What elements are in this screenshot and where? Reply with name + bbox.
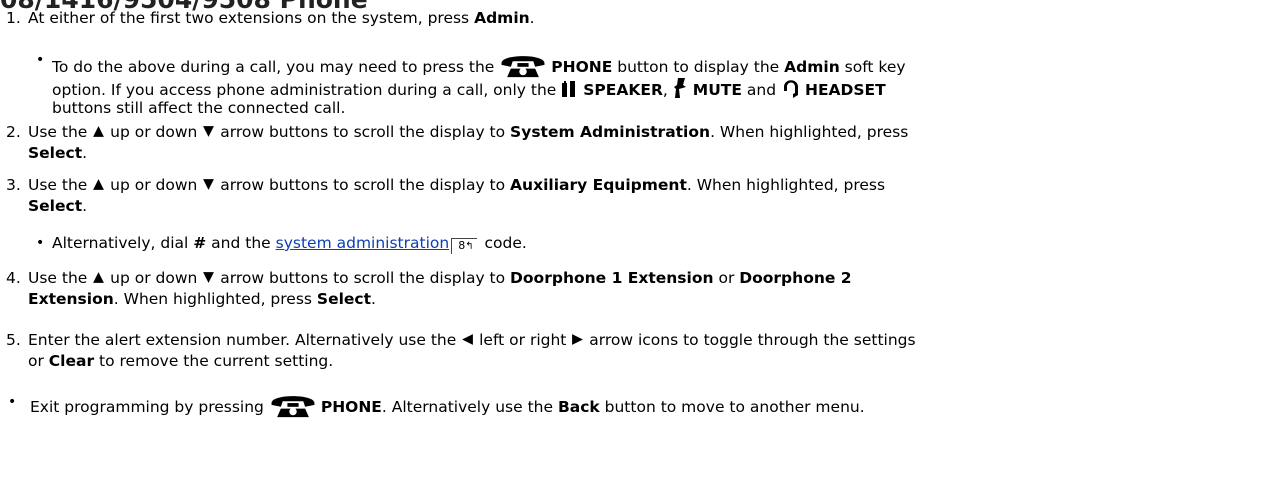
step-text: option. If you access phone administrati… [52, 77, 886, 100]
down-arrow-icon [202, 178, 215, 191]
step-text: Use the up or down arrow buttons to scro… [28, 176, 886, 194]
phone-icon [499, 50, 547, 78]
step-text: buttons still affect the connected call. [52, 99, 346, 117]
page-reference[interactable]: 8↰ [451, 238, 477, 254]
page-ref-arrow-icon: ↰ [465, 241, 474, 252]
admin-key-label: Admin [474, 9, 530, 27]
bullet-dot: • [36, 235, 45, 251]
system-administration-link[interactable]: system administration [276, 234, 450, 252]
step-text: Extension. When highlighted, press Selec… [28, 290, 376, 308]
headset-icon [783, 80, 798, 98]
left-arrow-icon [461, 333, 474, 346]
bullet-dot: • [8, 394, 17, 410]
step-text: Select. [28, 144, 88, 162]
step-text: To do the above during a call, you may n… [52, 50, 906, 78]
up-arrow-icon [92, 178, 105, 191]
bullet-dot: • [36, 52, 45, 68]
step-text: Exit programming by pressing PHONE. Alte… [30, 390, 865, 418]
up-arrow-icon [92, 125, 105, 138]
up-arrow-icon [92, 271, 105, 284]
step-text: Enter the alert extension number. Altern… [28, 331, 916, 349]
phone-icon [269, 390, 317, 418]
step-text: At either of the first two extensions on… [28, 9, 535, 27]
down-arrow-icon [202, 125, 215, 138]
speaker-icon [562, 81, 576, 97]
right-arrow-icon [571, 333, 584, 346]
mute-icon [673, 78, 686, 98]
step-text: or Clear to remove the current setting. [28, 352, 334, 370]
step-text: Select. [28, 197, 88, 215]
step-text: Use the up or down arrow buttons to scro… [28, 123, 909, 141]
step-text: Use the up or down arrow buttons to scro… [28, 269, 852, 287]
down-arrow-icon [202, 271, 215, 284]
step-text: Alternatively, dial # and the system adm… [52, 234, 527, 254]
